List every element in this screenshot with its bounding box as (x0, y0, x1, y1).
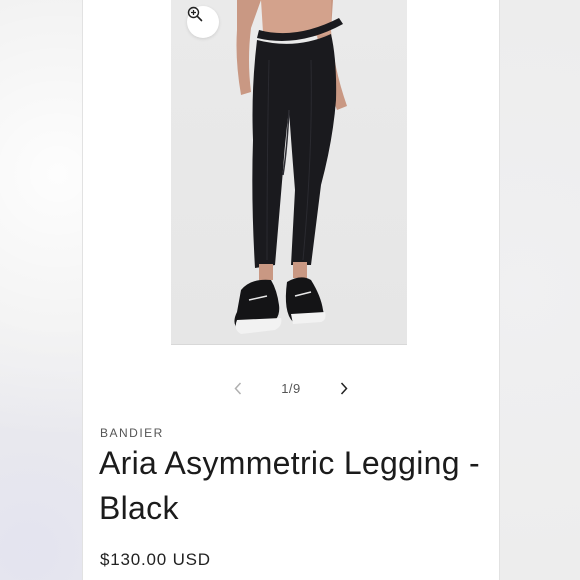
chevron-left-icon (234, 381, 242, 395)
zoom-button[interactable] (187, 6, 219, 38)
product-price: $130.00 USD (100, 550, 211, 569)
zoom-in-icon (187, 6, 203, 22)
legging-illustration (234, 0, 347, 334)
image-pager: 1/9 (83, 377, 499, 399)
previous-image-button[interactable] (231, 377, 245, 399)
product-page: 1/9 BANDIER Aria Asymmetric Legging - Bl… (82, 0, 500, 580)
chevron-right-icon (340, 381, 348, 395)
product-title: Aria Asymmetric Legging - Black (99, 445, 480, 526)
next-image-button[interactable] (337, 377, 351, 399)
product-image[interactable] (171, 0, 407, 345)
product-vendor: BANDIER (100, 426, 164, 440)
image-counter: 1/9 (281, 380, 301, 396)
